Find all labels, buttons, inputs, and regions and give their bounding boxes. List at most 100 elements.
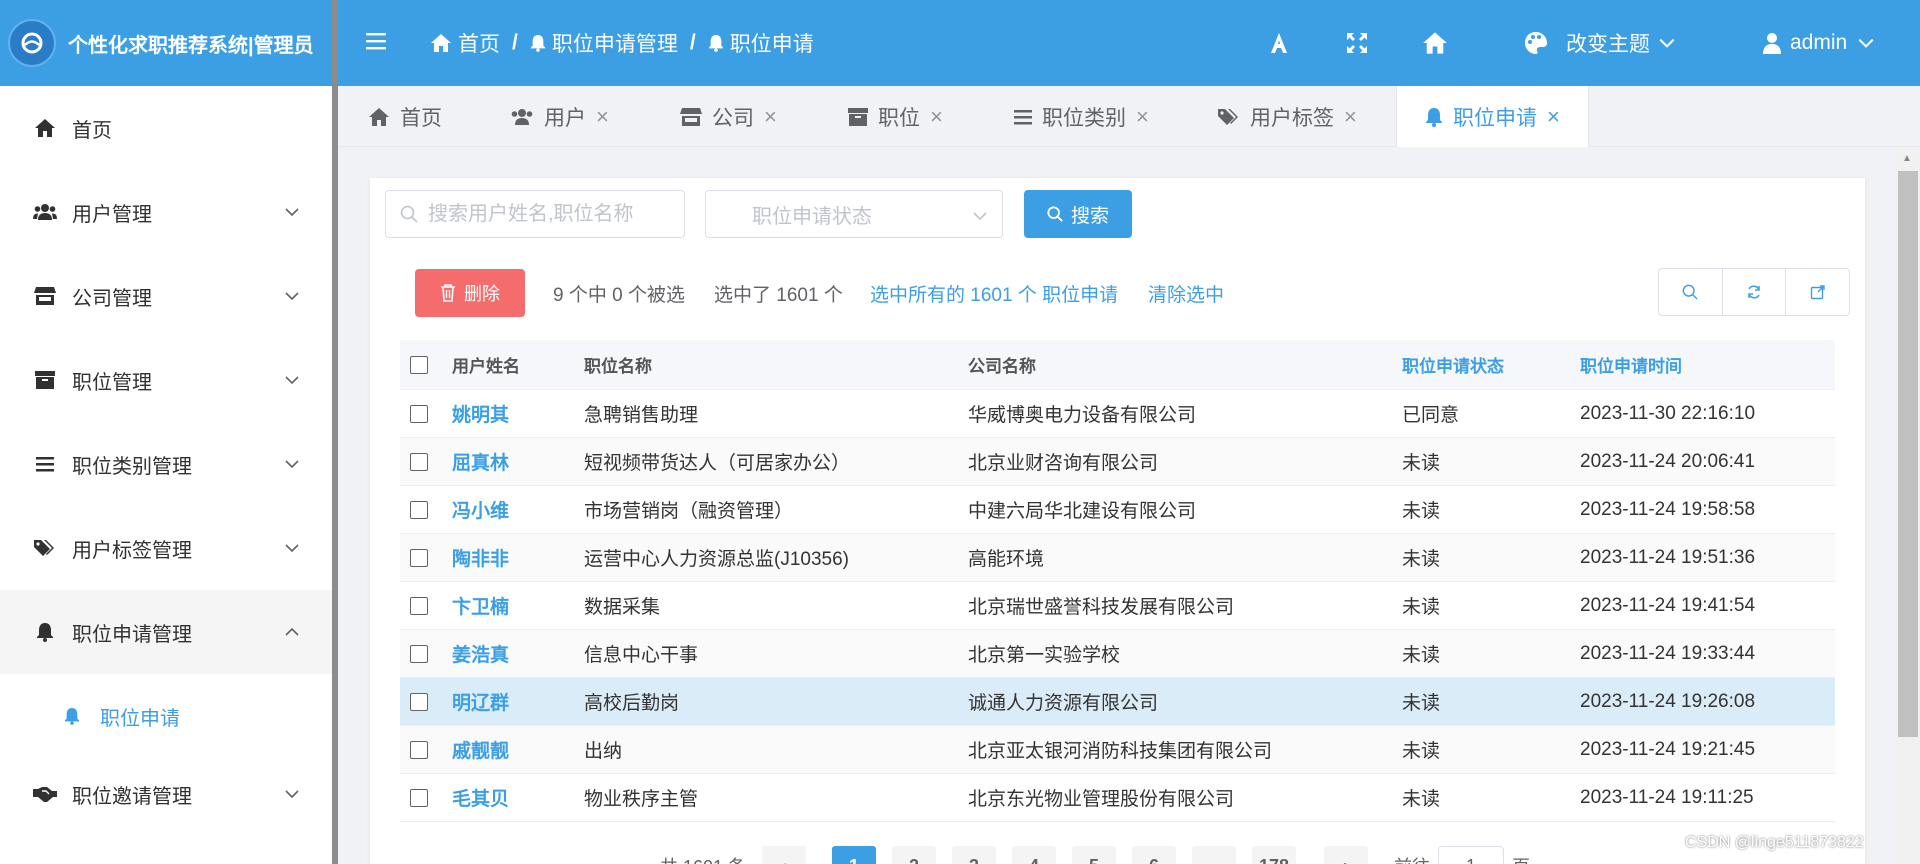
refresh-button[interactable] — [1723, 269, 1787, 315]
column-header: 职位名称 — [584, 357, 652, 376]
pagination-ellipsis[interactable]: ... — [1192, 846, 1237, 864]
user-name-cell[interactable]: 卞卫楠 — [452, 582, 509, 629]
row-checkbox[interactable] — [410, 390, 428, 437]
tab-jobs[interactable]: 职位 × — [848, 86, 943, 147]
table-row[interactable]: 冯小维 市场营销岗（融资管理） 中建六局华北建设有限公司 未读 2023-11-24 1… — [400, 486, 1835, 534]
job-title-cell: 急聘销售助理 — [584, 405, 699, 426]
table-row[interactable]: 卞卫楠 数据采集 北京瑞世盛誉科技发展有限公司 未读 2023-11-24 19:41:… — [400, 582, 1835, 630]
tab-job-categories[interactable]: 职位类别 × — [1014, 86, 1149, 147]
sidebar-item-job-applications[interactable]: 职位申请 — [0, 674, 338, 758]
clear-selection-link[interactable]: 清除选中 — [1148, 269, 1224, 317]
sidebar-item-jobs[interactable]: 职位管理 — [0, 338, 338, 422]
goto-page-input[interactable]: 1 — [1438, 846, 1505, 864]
page-button[interactable]: 178 — [1252, 846, 1297, 864]
sidebar-item-user-tags[interactable]: 用户标签管理 — [0, 506, 338, 590]
page-button[interactable]: 3 — [952, 846, 997, 864]
search-icon — [1682, 284, 1698, 300]
company-name-cell: 华威博奥电力设备有限公司 — [968, 405, 1197, 426]
toggle-search-button[interactable] — [1659, 269, 1723, 315]
close-icon[interactable]: × — [1547, 104, 1560, 130]
table-body: 姚明其 急聘销售助理 华威博奥电力设备有限公司 已同意 2023-11-30 22:16… — [400, 390, 1835, 822]
table-row[interactable]: 姜浩真 信息中心干事 北京第一实验学校 未读 2023-11-24 19:33:44 — [400, 630, 1835, 678]
breadcrumb-home[interactable]: 首页 — [458, 28, 500, 58]
row-checkbox[interactable] — [410, 534, 428, 581]
row-checkbox[interactable] — [410, 582, 428, 629]
tab-company[interactable]: 公司 × — [680, 86, 777, 147]
scroll-up-arrow-icon[interactable]: ▲ — [1902, 153, 1912, 164]
row-checkbox[interactable] — [410, 486, 428, 533]
user-name-cell[interactable]: 姜浩真 — [452, 630, 509, 677]
next-page-button[interactable]: › — [1324, 846, 1369, 864]
tab-users[interactable]: 用户 × — [510, 86, 609, 147]
chevron-down-icon — [1659, 38, 1675, 48]
sidebar-item-job-applications-mgmt[interactable]: 职位申请管理 — [0, 590, 338, 674]
tags-icon — [32, 535, 58, 561]
user-name-cell[interactable]: 冯小维 — [452, 486, 509, 533]
tab-home[interactable]: 首页 — [368, 86, 442, 147]
tab-job-applications[interactable]: 职位申请 × — [1396, 86, 1589, 147]
table-row[interactable]: 陶非非 运营中心人力资源总监(J10356) 高能环境 未读 2023-11-24 19… — [400, 534, 1835, 582]
sidebar-item-users[interactable]: 用户管理 — [0, 170, 338, 254]
row-checkbox[interactable] — [410, 438, 428, 485]
sidebar-item-company[interactable]: 公司管理 — [0, 254, 338, 338]
menu-toggle-icon[interactable] — [366, 32, 386, 50]
sidebar-item-job-invitations[interactable]: 职位邀请管理 — [0, 758, 338, 830]
scrollbar-thumb[interactable] — [1898, 171, 1918, 737]
row-checkbox[interactable] — [410, 630, 428, 677]
tab-user-tags[interactable]: 用户标签 × — [1218, 86, 1357, 147]
home-icon[interactable] — [1422, 31, 1448, 55]
job-title-cell: 运营中心人力资源总监(J10356) — [584, 549, 849, 570]
fullscreen-icon[interactable] — [1346, 32, 1368, 54]
table-row[interactable]: 毛其贝 物业秩序主管 北京东光物业管理股份有限公司 未读 2023-11-24 19:1… — [400, 774, 1835, 822]
page-list: 123456... 178 — [832, 846, 1297, 864]
sidebar-item-label: 首页 — [72, 119, 112, 142]
user-name-cell[interactable]: 姚明其 — [452, 390, 509, 437]
job-title-cell: 物业秩序主管 — [584, 789, 699, 810]
table-row[interactable]: 戚靓靓 出纳 北京亚太银河消防科技集团有限公司 未读 2023-11-24 19:21:… — [400, 726, 1835, 774]
breadcrumb-job-applications-mgmt[interactable]: 职位申请管理 — [552, 28, 678, 58]
table-row[interactable]: 明辽群 高校后勤岗 诚通人力资源有限公司 未读 2023-11-24 19:26:08 — [400, 678, 1835, 726]
row-checkbox[interactable] — [410, 678, 428, 725]
page-button[interactable]: 4 — [1012, 846, 1057, 864]
delete-button[interactable]: 删除 — [415, 269, 525, 317]
user-name-cell[interactable]: 陶非非 — [452, 534, 509, 581]
page-button[interactable]: 5 — [1072, 846, 1117, 864]
close-icon[interactable]: × — [1136, 104, 1149, 130]
close-icon[interactable]: × — [596, 104, 609, 130]
user-name-cell[interactable]: 明辽群 — [452, 678, 509, 725]
sidebar-item-home[interactable]: 首页 — [0, 86, 338, 170]
prev-page-button[interactable]: ‹ — [762, 846, 807, 864]
search-box[interactable] — [385, 190, 685, 238]
bell-icon — [530, 34, 546, 52]
search-button[interactable]: 搜索 — [1024, 190, 1132, 238]
user-name-cell[interactable]: 毛其贝 — [452, 774, 509, 821]
close-icon[interactable]: × — [1344, 104, 1357, 130]
table-row[interactable]: 姚明其 急聘销售助理 华威博奥电力设备有限公司 已同意 2023-11-30 22:16… — [400, 390, 1835, 438]
sidebar-item-job-categories[interactable]: 职位类别管理 — [0, 422, 338, 506]
chevron-down-icon — [285, 376, 299, 385]
close-icon[interactable]: × — [764, 104, 777, 130]
theme-switcher[interactable]: 改变主题 — [1524, 0, 1676, 86]
row-checkbox[interactable] — [410, 774, 428, 821]
column-header-sortable[interactable]: 职位申请时间 — [1580, 340, 1682, 389]
search-input[interactable] — [428, 202, 678, 226]
column-header-sortable[interactable]: 职位申请状态 — [1402, 340, 1504, 389]
user-name-cell[interactable]: 屈真林 — [452, 438, 509, 485]
export-button[interactable] — [1786, 269, 1849, 315]
home-icon — [368, 107, 390, 127]
page-scrollbar[interactable]: ▲ — [1896, 147, 1920, 864]
user-name-cell[interactable]: 戚靓靓 — [452, 726, 509, 773]
user-menu[interactable]: admin — [1762, 0, 1875, 86]
select-all-link[interactable]: 选中所有的 1601 个 职位申请 — [870, 269, 1118, 317]
close-icon[interactable]: × — [930, 104, 943, 130]
page-button[interactable]: 6 — [1132, 846, 1177, 864]
row-checkbox[interactable] — [410, 726, 428, 773]
watermark: CSDN @linge511873822 — [1685, 834, 1864, 851]
status-cell: 未读 — [1402, 501, 1441, 522]
select-all-checkbox[interactable] — [410, 340, 428, 389]
font-size-icon[interactable] — [1268, 32, 1290, 54]
page-button[interactable]: 1 — [832, 846, 877, 864]
status-select[interactable]: 职位申请状态 — [705, 190, 1003, 238]
table-row[interactable]: 屈真林 短视频带货达人（可居家办公） 北京业财咨询有限公司 未读 2023-11-24 … — [400, 438, 1835, 486]
page-button[interactable]: 2 — [892, 846, 937, 864]
